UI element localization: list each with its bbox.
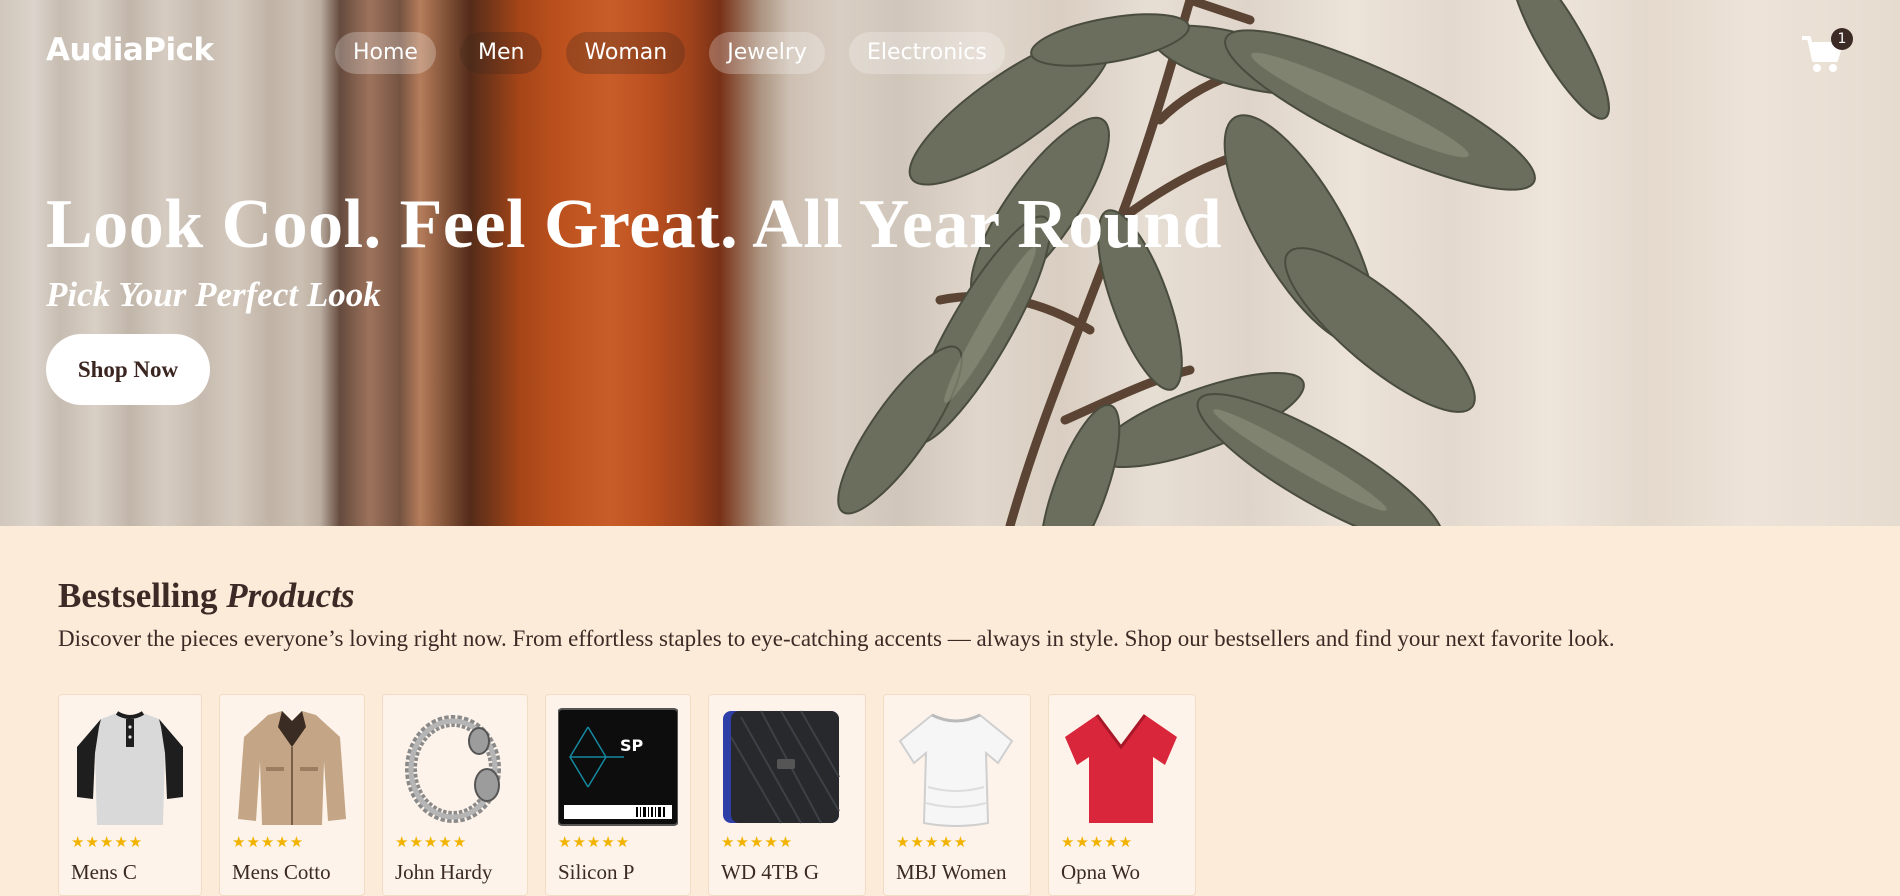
svg-text:SP: SP [620, 736, 644, 755]
product-image-red-tshirt [1065, 714, 1177, 823]
product-name: Mens C [71, 860, 137, 884]
product-image-white-tshirt [898, 713, 1014, 827]
product-image-raglan-shirt [77, 711, 183, 825]
product-name: John Hardy [395, 860, 493, 884]
product-name: WD 4TB G [721, 860, 819, 884]
shop-now-button[interactable]: Shop Now [46, 334, 210, 405]
product-image-bracelet [405, 715, 501, 823]
rating-stars: ★★★★★ [1061, 833, 1134, 851]
product-name: Silicon P [558, 860, 635, 884]
product-card[interactable]: ★★★★★ WD 4TB G [708, 694, 866, 896]
section-title: Bestselling Products [58, 576, 355, 616]
product-image-hard-drive [723, 710, 840, 824]
section-title-plain: Bestselling [58, 576, 218, 615]
product-image-jacket [238, 711, 346, 825]
nav-woman[interactable]: Woman [566, 32, 686, 74]
rating-stars: ★★★★★ [721, 833, 794, 851]
product-card[interactable]: SP ★★★★★ Silicon P [545, 694, 691, 896]
nav-electronics[interactable]: Electronics [848, 32, 1005, 74]
rating-stars: ★★★★★ [232, 833, 305, 851]
cart-count-badge: 1 [1831, 28, 1853, 50]
rating-stars: ★★★★★ [71, 833, 144, 851]
product-card[interactable]: ★★★★★ Mens Cotto [219, 694, 365, 896]
product-card[interactable]: ★★★★★ John Hardy [382, 694, 528, 896]
product-image-ssd: SP [558, 708, 678, 826]
cart-button[interactable]: 1 [1800, 28, 1853, 76]
hero-title: Look Cool. Feel Great. All Year Round [46, 186, 1223, 263]
product-name: Opna Wo [1061, 860, 1140, 884]
product-card[interactable]: ★★★★★ Opna Wo [1048, 694, 1196, 896]
hero-banner: AudiaPick Home Men Woman Jewelry Electro… [0, 0, 1900, 526]
rating-stars: ★★★★★ [896, 833, 969, 851]
product-list: ★★★★★ Mens C ★★★★★ Mens Cotto ★★★★★ John… [58, 694, 1213, 896]
brand-logo[interactable]: AudiaPick [46, 32, 214, 68]
nav-home[interactable]: Home [335, 32, 436, 74]
nav-jewelry[interactable]: Jewelry [709, 32, 825, 74]
hero-subtitle: Pick Your Perfect Look [46, 275, 381, 314]
rating-stars: ★★★★★ [558, 833, 631, 851]
product-name: MBJ Women [896, 860, 1007, 884]
product-card[interactable]: ★★★★★ MBJ Women [883, 694, 1031, 896]
rating-stars: ★★★★★ [395, 833, 468, 851]
nav-men[interactable]: Men [459, 32, 543, 74]
product-name: Mens Cotto [232, 860, 331, 884]
product-card[interactable]: ★★★★★ Mens C [58, 694, 202, 896]
section-description: Discover the pieces everyone’s loving ri… [58, 626, 1615, 651]
main-nav: Home Men Woman Jewelry Electronics [335, 32, 1005, 74]
section-title-italic: Products [226, 576, 355, 615]
